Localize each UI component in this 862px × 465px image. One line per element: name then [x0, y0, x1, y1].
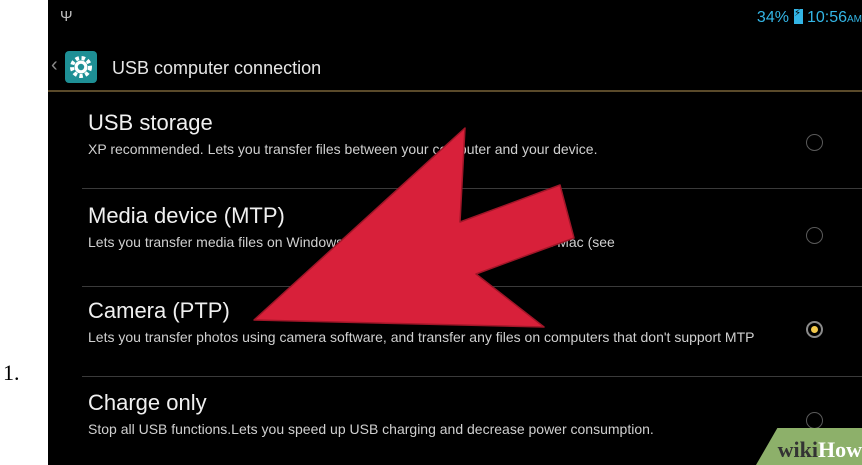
radio-media-device[interactable]	[806, 227, 823, 244]
option-camera-ptp[interactable]: Camera (PTP) Lets you transfer photos us…	[88, 298, 828, 346]
radio-charge-only[interactable]	[806, 412, 823, 429]
option-title: Camera (PTP)	[88, 298, 230, 323]
list-number: 1.	[3, 360, 20, 385]
battery-percent: 34%	[756, 9, 789, 26]
wikihow-watermark: wikiHow	[778, 437, 862, 463]
clock-ampm: AM	[847, 14, 862, 25]
option-title: Charge only	[88, 390, 207, 415]
action-bar: ‹ USB computer connection	[48, 46, 862, 92]
option-description: Lets you transfer media files on Windows…	[88, 234, 615, 250]
page-title: USB computer connection	[112, 58, 322, 78]
android-screen: Ψ 34% 10:56AM ‹ USB computer connection U…	[48, 0, 862, 465]
clock-time: 10:56	[806, 9, 847, 26]
status-bar: Ψ 34% 10:56AM	[48, 0, 862, 34]
settings-gear-icon[interactable]	[65, 51, 97, 83]
status-right: 34% 10:56AM	[756, 8, 862, 27]
back-chevron-icon[interactable]: ‹	[51, 54, 58, 77]
option-description: Stop all USB functions.Lets you speed up…	[88, 421, 654, 437]
option-title: Media device (MTP)	[88, 203, 285, 228]
divider	[82, 376, 862, 377]
option-charge-only[interactable]: Charge only Stop all USB functions.Lets …	[88, 390, 828, 438]
wikihow-part1: wiki	[777, 437, 818, 462]
usb-icon: Ψ	[60, 8, 73, 25]
radio-usb-storage[interactable]	[806, 134, 823, 151]
divider	[82, 188, 862, 189]
wikihow-part2: How	[818, 437, 862, 462]
option-media-device-mtp[interactable]: Media device (MTP) Lets you transfer med…	[88, 203, 828, 251]
gear-icon	[70, 56, 92, 78]
radio-camera-ptp-selected[interactable]	[806, 321, 823, 338]
battery-charging-icon	[793, 8, 803, 24]
divider	[82, 286, 862, 287]
option-description: XP recommended. Lets you transfer files …	[88, 141, 598, 157]
option-usb-storage[interactable]: USB storage XP recommended. Lets you tra…	[88, 110, 828, 158]
option-description: Lets you transfer photos using camera so…	[88, 329, 755, 345]
option-title: USB storage	[88, 110, 213, 135]
